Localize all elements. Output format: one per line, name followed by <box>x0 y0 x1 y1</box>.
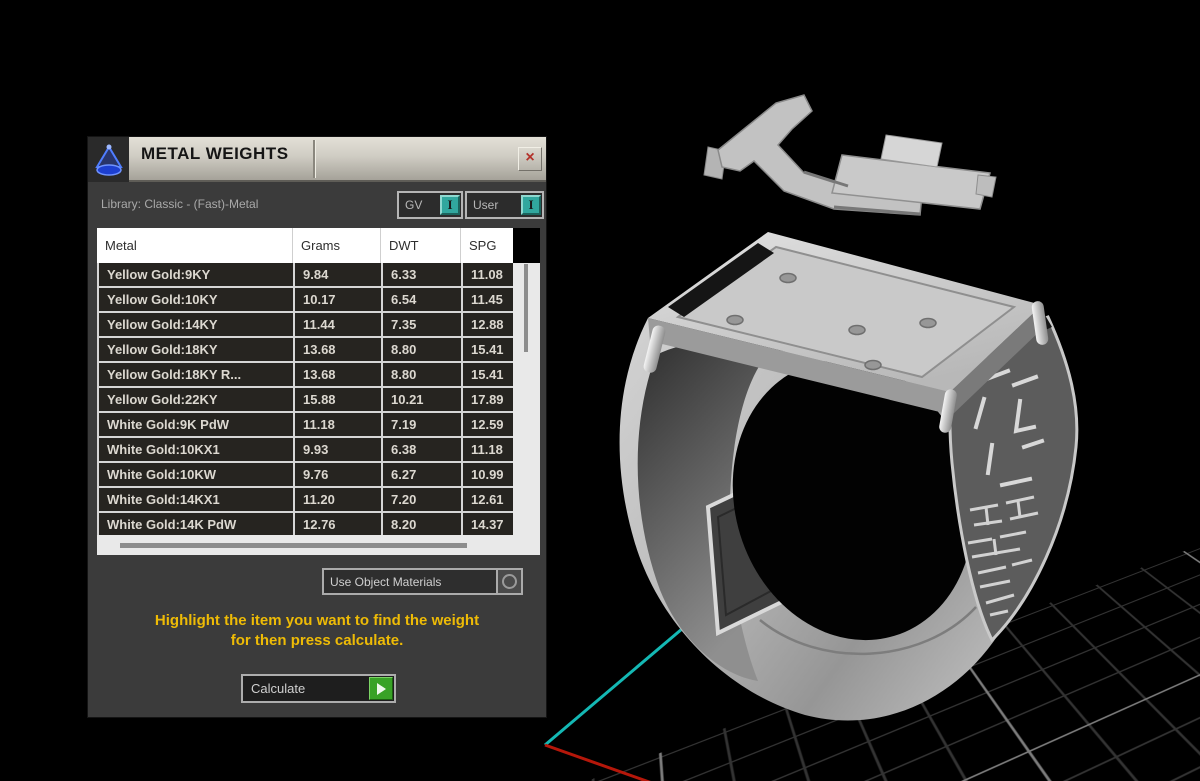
table-cell: 15.88 <box>295 388 383 411</box>
table-cell: White Gold:10KX1 <box>99 438 295 461</box>
table-cell: 11.20 <box>295 488 383 511</box>
table-cell: White Gold:14K PdW <box>99 513 295 536</box>
titlebar-divider <box>313 140 315 178</box>
gv-label: GV <box>399 198 440 212</box>
scale-icon <box>88 137 129 182</box>
table-cell: 9.76 <box>295 463 383 486</box>
materials-dropdown-value: Use Object Materials <box>324 575 496 589</box>
table-cell: 12.76 <box>295 513 383 536</box>
table-cell: 17.89 <box>463 388 513 411</box>
table-row[interactable]: Yellow Gold:18KY R...13.688.8015.41 <box>99 363 513 388</box>
horizontal-scrollbar-thumb[interactable] <box>120 543 467 548</box>
go-arrow-icon <box>369 677 393 700</box>
table-cell: Yellow Gold:10KY <box>99 288 295 311</box>
table-cell: White Gold:14KX1 <box>99 488 295 511</box>
table-header: Metal Grams DWT SPG <box>97 228 513 263</box>
table-cell: 11.18 <box>295 413 383 436</box>
table-cell: 11.45 <box>463 288 513 311</box>
ring-model[interactable] <box>590 55 1200 781</box>
table-cell: 11.18 <box>463 438 513 461</box>
table-cell: Yellow Gold:22KY <box>99 388 295 411</box>
table-cell: 10.17 <box>295 288 383 311</box>
table-cell: Yellow Gold:18KY <box>99 338 295 361</box>
metal-table-body: Yellow Gold:9KY9.846.3311.08Yellow Gold:… <box>97 263 513 538</box>
table-cell: 8.80 <box>383 363 463 386</box>
close-button[interactable]: × <box>518 147 542 171</box>
table-cell: 6.38 <box>383 438 463 461</box>
user-label: User <box>467 198 521 212</box>
dialog-title: METAL WEIGHTS <box>141 144 289 164</box>
table-cell: 12.61 <box>463 488 513 511</box>
table-row[interactable]: Yellow Gold:14KY11.447.3512.88 <box>99 313 513 338</box>
table-row[interactable]: White Gold:10KW9.766.2710.99 <box>99 463 513 488</box>
table-cell: Yellow Gold:9KY <box>99 263 295 286</box>
column-header-grams[interactable]: Grams <box>293 228 381 263</box>
table-cell: 12.88 <box>463 313 513 336</box>
metal-weights-dialog: METAL WEIGHTS × Library: Classic - (Fast… <box>88 137 546 717</box>
calculate-button[interactable]: Calculate <box>241 674 396 703</box>
table-row[interactable]: Yellow Gold:18KY13.688.8015.41 <box>99 338 513 363</box>
materials-dropdown[interactable]: Use Object Materials <box>322 568 523 595</box>
user-toggle-indicator[interactable]: I <box>521 195 541 215</box>
table-cell: 7.19 <box>383 413 463 436</box>
table-cell: 10.21 <box>383 388 463 411</box>
circle-icon <box>502 574 517 589</box>
table-cell: 8.20 <box>383 513 463 536</box>
metal-weights-table: Metal Grams DWT SPG Yellow Gold:9KY9.846… <box>97 228 540 555</box>
vertical-scrollbar-thumb[interactable] <box>524 264 528 352</box>
floating-part[interactable] <box>704 95 996 215</box>
table-cell: 14.37 <box>463 513 513 536</box>
library-label: Library: Classic - (Fast)-Metal <box>101 197 258 211</box>
table-cell: 15.41 <box>463 338 513 361</box>
table-cell: 6.54 <box>383 288 463 311</box>
table-row[interactable]: Yellow Gold:10KY10.176.5411.45 <box>99 288 513 313</box>
table-row[interactable]: White Gold:14KX111.207.2012.61 <box>99 488 513 513</box>
dropdown-toggle[interactable] <box>496 570 521 593</box>
dialog-titlebar[interactable]: METAL WEIGHTS × <box>88 137 546 182</box>
table-cell: 11.08 <box>463 263 513 286</box>
table-cell: 7.20 <box>383 488 463 511</box>
table-row[interactable]: Yellow Gold:22KY15.8810.2117.89 <box>99 388 513 413</box>
table-cell: 11.44 <box>295 313 383 336</box>
gv-toggle-indicator[interactable]: I <box>440 195 460 215</box>
table-cell: 7.35 <box>383 313 463 336</box>
user-toggle-button[interactable]: User I <box>465 191 544 219</box>
table-row[interactable]: White Gold:9K PdW11.187.1912.59 <box>99 413 513 438</box>
calculate-label: Calculate <box>243 681 368 696</box>
table-cell: 6.27 <box>383 463 463 486</box>
table-cell: 9.93 <box>295 438 383 461</box>
table-cell: 12.59 <box>463 413 513 436</box>
instruction-line1: Highlight the item you want to find the … <box>88 611 546 631</box>
gv-toggle-button[interactable]: GV I <box>397 191 463 219</box>
table-cell: 10.99 <box>463 463 513 486</box>
instruction-text: Highlight the item you want to find the … <box>88 611 546 651</box>
table-row[interactable]: Yellow Gold:9KY9.846.3311.08 <box>99 263 513 288</box>
instruction-line2: for then press calculate. <box>88 631 546 651</box>
table-cell: 13.68 <box>295 338 383 361</box>
table-cell: 9.84 <box>295 263 383 286</box>
table-row[interactable]: White Gold:10KX19.936.3811.18 <box>99 438 513 463</box>
column-header-spg[interactable]: SPG <box>461 228 513 263</box>
table-cell: 13.68 <box>295 363 383 386</box>
horizontal-scrollbar[interactable] <box>97 535 540 555</box>
table-cell: 6.33 <box>383 263 463 286</box>
table-cell: 15.41 <box>463 363 513 386</box>
table-cell: White Gold:9K PdW <box>99 413 295 436</box>
vertical-scrollbar[interactable] <box>513 263 540 535</box>
column-header-metal[interactable]: Metal <box>97 228 293 263</box>
table-cell: White Gold:10KW <box>99 463 295 486</box>
table-corner <box>513 228 540 263</box>
table-cell: Yellow Gold:18KY R... <box>99 363 295 386</box>
table-cell: Yellow Gold:14KY <box>99 313 295 336</box>
column-header-dwt[interactable]: DWT <box>381 228 461 263</box>
table-cell: 8.80 <box>383 338 463 361</box>
